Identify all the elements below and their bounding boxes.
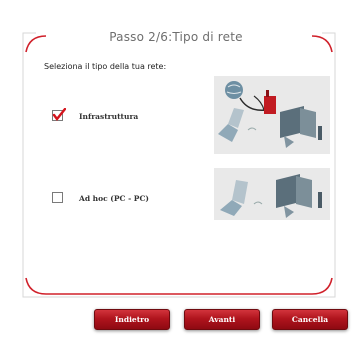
dialog-title: Passo 2/6:Tipo di rete [109, 30, 243, 44]
ad-hoc-checkbox[interactable] [52, 192, 63, 203]
ad-hoc-label[interactable]: Ad hoc (PC - PC) [79, 194, 149, 203]
router-laptop-desktop-illustration [214, 76, 330, 154]
laptop-desktop-illustration [214, 168, 330, 220]
check-mark-icon [52, 108, 66, 121]
next-button[interactable]: Avanti [184, 309, 260, 330]
dialog-subtitle: Seleziona il tipo della tua rete: [44, 62, 167, 71]
back-button[interactable]: Indietro [94, 309, 170, 330]
infrastruttura-checkbox[interactable] [52, 108, 66, 121]
dialog-frame [22, 32, 336, 298]
infrastruttura-label[interactable]: Infrastruttura [79, 112, 138, 121]
cancel-button[interactable]: Cancella [272, 309, 348, 330]
